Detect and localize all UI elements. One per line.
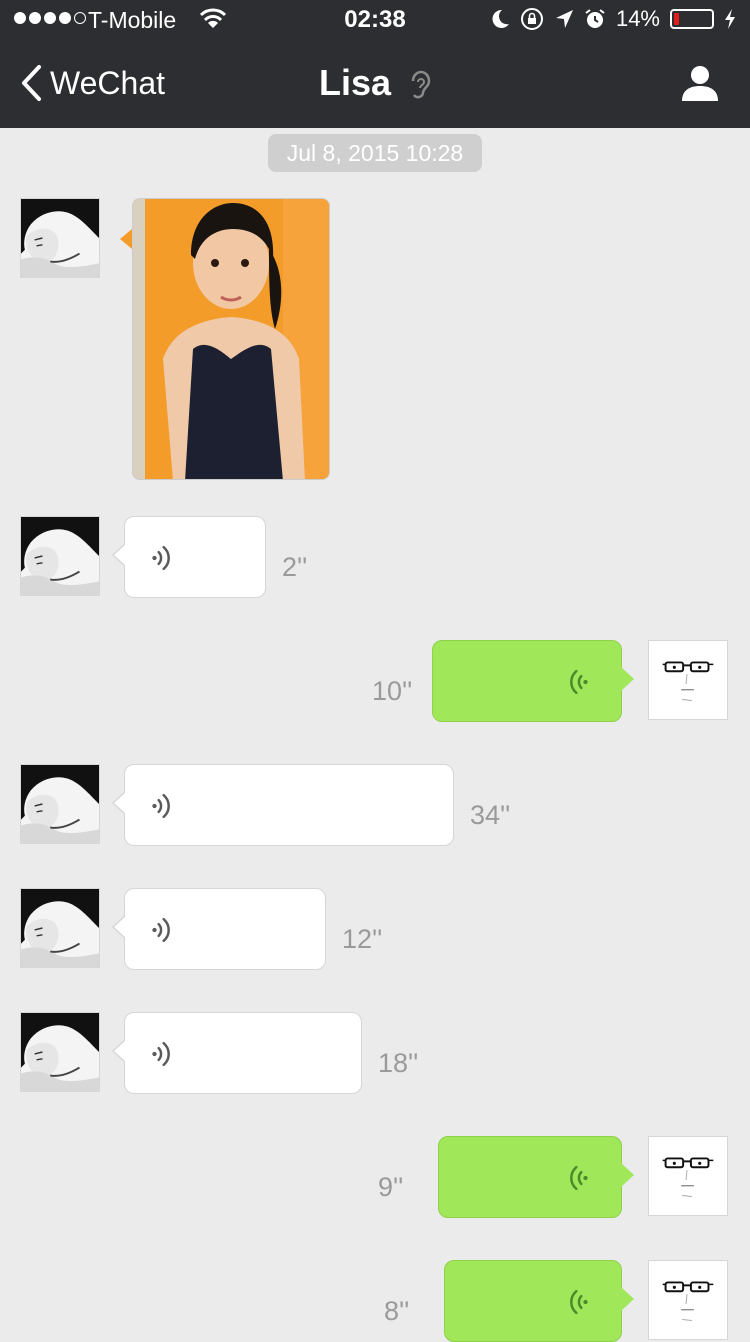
- navigation-bar: WeChat Lisa: [0, 40, 750, 128]
- voice-duration: 10'': [372, 676, 413, 706]
- my-avatar[interactable]: [648, 640, 728, 720]
- battery-percent: 14%: [615, 6, 660, 31]
- voice-wave-icon: [147, 791, 177, 821]
- my-avatar[interactable]: [648, 1136, 728, 1216]
- voice-message-bubble[interactable]: [432, 640, 634, 722]
- chat-title: Lisa: [0, 62, 750, 104]
- location-arrow-icon: [555, 10, 573, 28]
- image-bubble-tail: [120, 229, 132, 249]
- voice-duration: 18'': [378, 1048, 419, 1078]
- voice-message-bubble[interactable]: [444, 1260, 634, 1342]
- battery-icon: [670, 9, 714, 29]
- voice-wave-icon: [147, 1039, 177, 1069]
- voice-wave-icon: [147, 915, 177, 945]
- charging-bolt-icon: [725, 9, 735, 29]
- contact-name: Lisa: [318, 62, 392, 103]
- voice-message-bubble[interactable]: [112, 1012, 362, 1094]
- voice-message-bubble[interactable]: [112, 888, 326, 970]
- contact-avatar[interactable]: [20, 1012, 100, 1092]
- contact-avatar[interactable]: [20, 516, 100, 596]
- voice-wave-icon: [147, 543, 177, 573]
- moon-icon: [492, 9, 509, 28]
- voice-wave-icon: [563, 667, 593, 697]
- contact-avatar[interactable]: [20, 888, 100, 968]
- voice-duration: 9'': [378, 1172, 404, 1202]
- contact-avatar[interactable]: [20, 764, 100, 844]
- voice-duration: 8'': [384, 1296, 410, 1326]
- voice-message-bubble[interactable]: [112, 516, 266, 598]
- ear-icon: [411, 71, 431, 99]
- my-avatar[interactable]: [648, 1260, 728, 1340]
- voice-wave-icon: [563, 1163, 593, 1193]
- photo: [133, 199, 329, 479]
- voice-duration: 12'': [342, 924, 383, 954]
- voice-message-bubble[interactable]: [438, 1136, 634, 1218]
- contact-avatar[interactable]: [20, 198, 100, 278]
- voice-duration: 34'': [470, 800, 511, 830]
- rotation-lock-icon: [520, 8, 543, 30]
- voice-wave-icon: [563, 1287, 593, 1317]
- top-bar: T-Mobile 02:38 14% WeChat Lisa: [0, 0, 750, 128]
- chat-timestamp: Jul 8, 2015 10:28: [268, 134, 482, 172]
- voice-duration: 2'': [282, 552, 308, 582]
- alarm-icon: [585, 9, 605, 28]
- profile-icon[interactable]: [680, 64, 720, 102]
- status-bar: T-Mobile 02:38 14%: [0, 0, 750, 40]
- voice-message-bubble[interactable]: [112, 764, 454, 846]
- image-message[interactable]: [132, 198, 330, 480]
